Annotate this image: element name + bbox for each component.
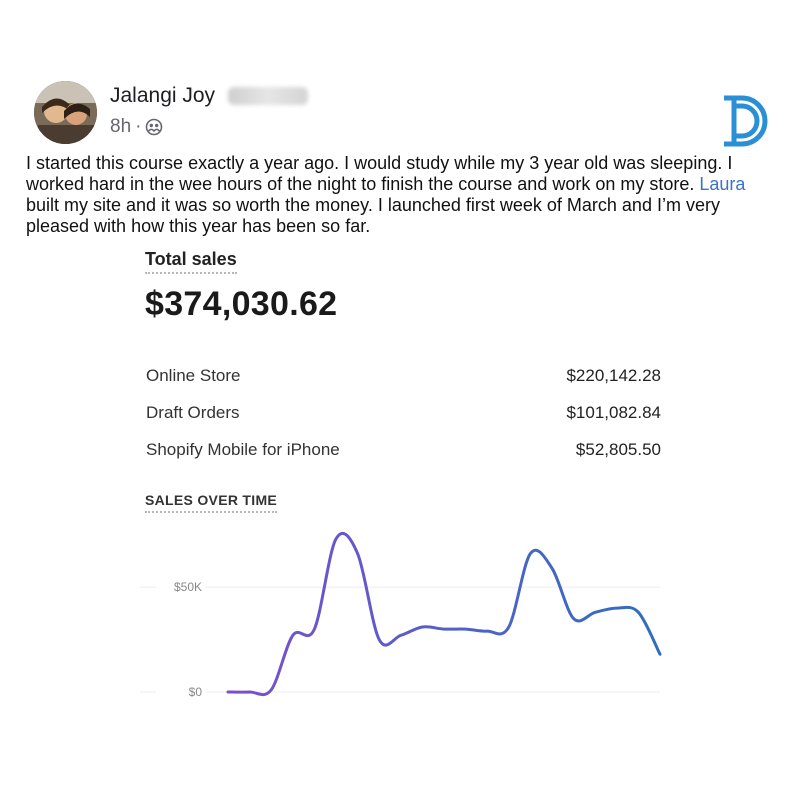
post-body: I started this course exactly a year ago…	[26, 153, 776, 237]
channel-label-shopify-mobile: Shopify Mobile for iPhone	[146, 440, 340, 459]
post-text-part-2: built my site and it was so worth the mo…	[26, 195, 720, 236]
total-sales-value: $374,030.62	[145, 285, 338, 323]
y-tick-label: $50K	[174, 580, 202, 594]
channel-value-online-store: $220,142.28	[566, 366, 661, 385]
d-logo-icon	[724, 95, 768, 147]
post-time[interactable]: 8h	[110, 116, 131, 138]
y-tick-label: $0	[189, 685, 203, 699]
channel-label-draft-orders: Draft Orders	[146, 403, 240, 422]
tagged-user-link[interactable]: Laura	[699, 174, 745, 194]
avatar[interactable]	[34, 81, 97, 144]
total-sales-title[interactable]: Total sales	[145, 249, 237, 274]
post-author[interactable]: Jalangi Joy	[110, 84, 215, 108]
meta-separator: ·	[135, 116, 142, 137]
post-meta: 8h ·	[110, 116, 163, 138]
sales-over-time-chart: $50K $0	[140, 532, 662, 700]
sales-line	[226, 532, 662, 697]
blurred-surname	[228, 87, 308, 105]
channel-value-draft-orders: $101,082.84	[566, 403, 661, 422]
post-text-part-1: I started this course exactly a year ago…	[26, 153, 733, 194]
friends-icon[interactable]	[145, 118, 163, 136]
channel-label-online-store: Online Store	[146, 366, 241, 385]
channel-value-shopify-mobile: $52,805.50	[575, 440, 661, 459]
avatar-photo	[34, 81, 97, 144]
chart-title[interactable]: SALES OVER TIME	[145, 492, 278, 513]
